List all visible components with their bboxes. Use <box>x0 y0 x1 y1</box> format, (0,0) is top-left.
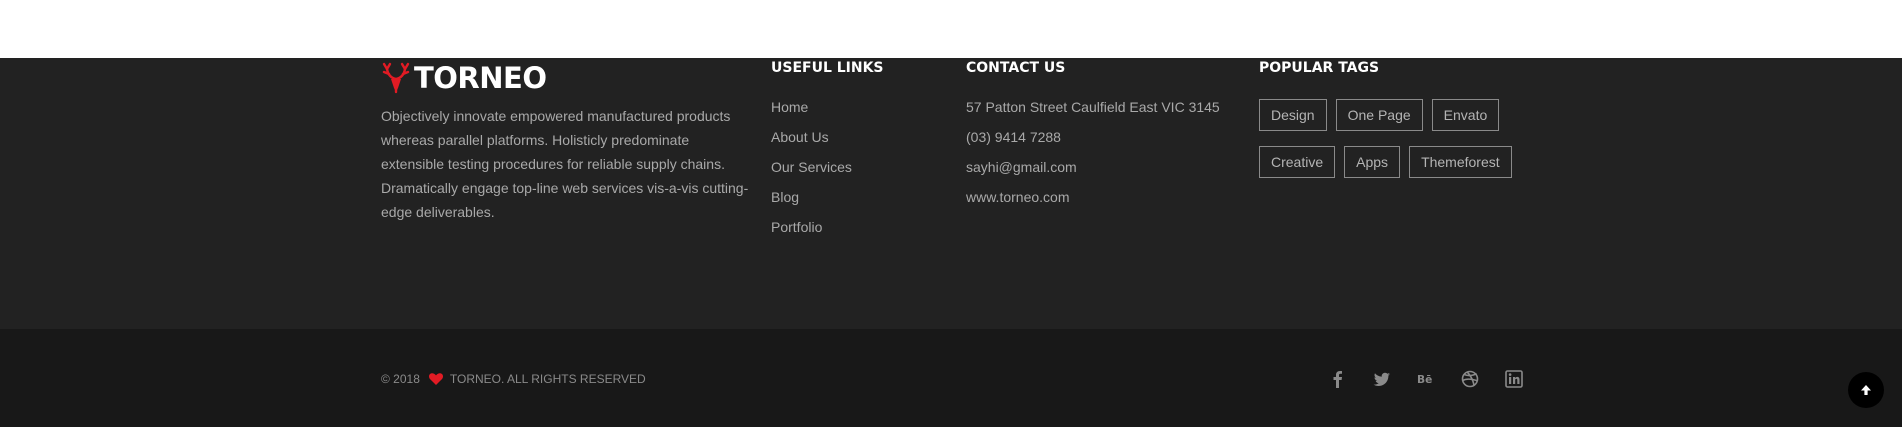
tag-row: Creative Apps Themeforest <box>1259 146 1529 178</box>
tag-creative[interactable]: Creative <box>1259 146 1336 178</box>
copyright-year: © 2018 <box>381 372 420 386</box>
contact-email: sayhi@gmail.com <box>966 159 1077 175</box>
footer-link-blog[interactable]: Blog <box>771 189 799 205</box>
footer-link-about[interactable]: About Us <box>771 129 829 145</box>
contact-list: 57 Patton Street Caulfield East VIC 3145… <box>966 96 1220 216</box>
brand-logo[interactable]: TORNEO <box>381 61 547 95</box>
list-item: Blog <box>771 186 852 216</box>
footer-link-home[interactable]: Home <box>771 99 808 115</box>
brand-name: TORNEO <box>414 61 547 95</box>
tag-one-page[interactable]: One Page <box>1335 99 1423 131</box>
social-links: Bē <box>1325 368 1545 390</box>
linkedin-icon[interactable] <box>1501 368 1527 390</box>
heart-icon <box>428 373 443 385</box>
copyright-text: TORNEO. ALL RIGHTS RESERVED <box>449 372 646 386</box>
tag-apps[interactable]: Apps <box>1344 146 1401 178</box>
footer-link-services[interactable]: Our Services <box>771 159 852 175</box>
tag-themeforest[interactable]: Themeforest <box>1409 146 1512 178</box>
tag-design[interactable]: Design <box>1259 99 1327 131</box>
list-item: About Us <box>771 126 852 156</box>
contact-website: www.torneo.com <box>966 189 1070 205</box>
about-text: Objectively innovate empowered manufactu… <box>381 108 749 220</box>
list-item: Our Services <box>771 156 852 186</box>
page-top-area <box>0 0 1902 58</box>
behance-icon[interactable]: Bē <box>1413 368 1439 390</box>
tag-cloud: Design One Page Envato Creative Apps The… <box>1259 99 1529 193</box>
copyright: © 2018 TORNEO. ALL RIGHTS RESERVED <box>381 372 646 386</box>
back-to-top-button[interactable] <box>1848 372 1884 408</box>
footer-main <box>0 58 1902 329</box>
facebook-icon[interactable] <box>1325 368 1351 390</box>
twitter-icon[interactable] <box>1369 368 1395 390</box>
svg-text:Bē: Bē <box>1417 373 1432 386</box>
popular-tags-title: POPULAR TAGS <box>1259 60 1380 76</box>
deer-antler-icon <box>382 62 410 94</box>
list-item: Portfolio <box>771 216 852 246</box>
contact-phone: (03) 9414 7288 <box>966 129 1061 145</box>
tag-row: Design One Page Envato <box>1259 99 1529 131</box>
footer-bottom-bar <box>0 329 1902 427</box>
arrow-up-icon <box>1861 385 1871 395</box>
contact-title: CONTACT US <box>966 60 1066 76</box>
useful-links-title: USEFUL LINKS <box>771 60 884 76</box>
list-item: Home <box>771 96 852 126</box>
footer-link-portfolio[interactable]: Portfolio <box>771 219 822 235</box>
tag-envato[interactable]: Envato <box>1431 99 1500 131</box>
useful-links-list: Home About Us Our Services Blog Portfoli… <box>771 96 852 246</box>
dribbble-icon[interactable] <box>1457 368 1483 390</box>
contact-address: 57 Patton Street Caulfield East VIC 3145 <box>966 99 1220 115</box>
